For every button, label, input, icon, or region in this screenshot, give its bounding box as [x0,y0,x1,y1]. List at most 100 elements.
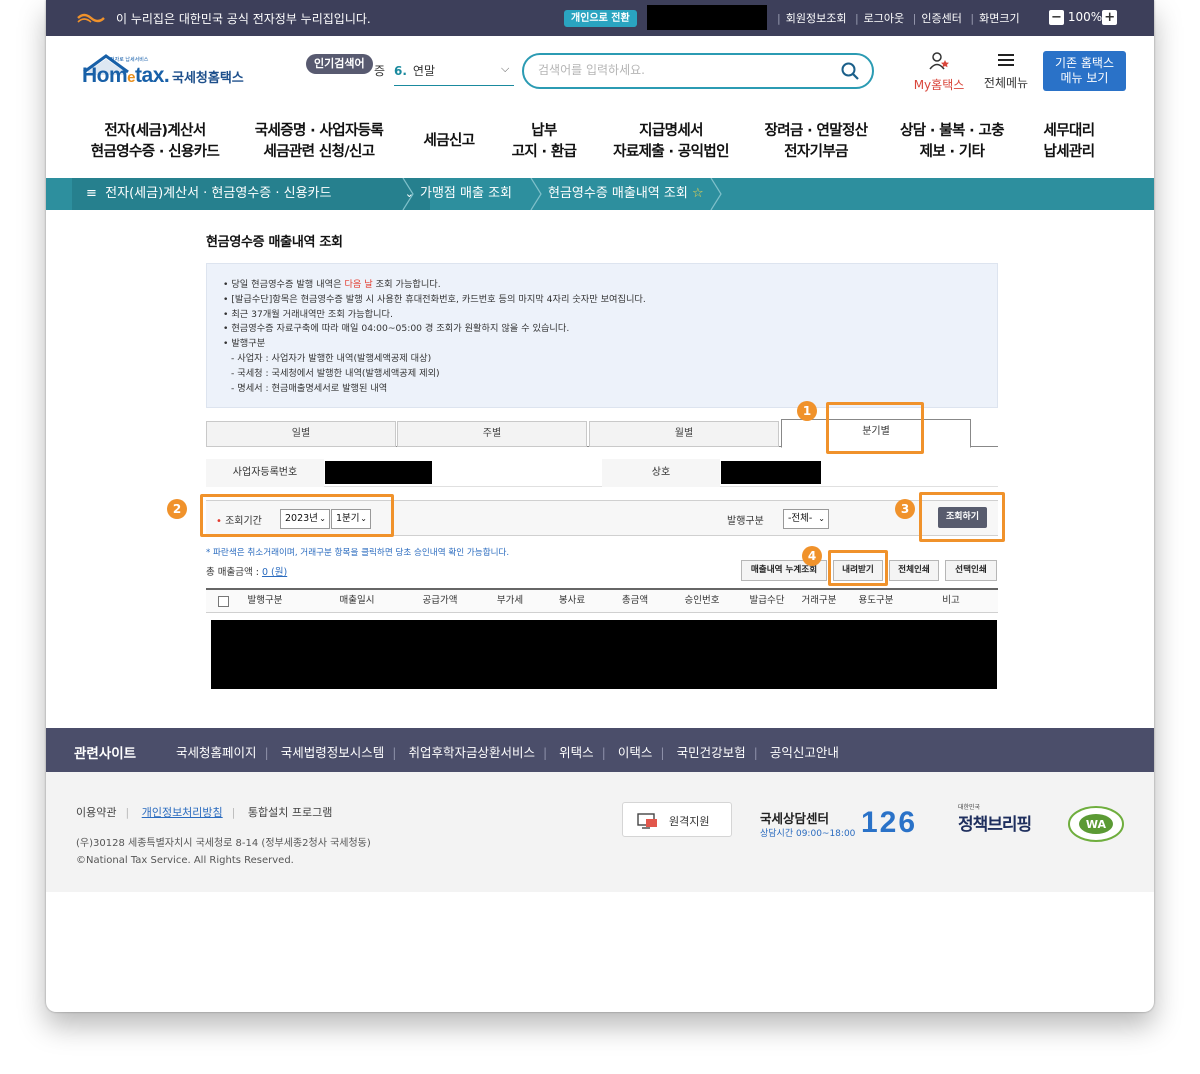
switch-personal-button[interactable]: 개인으로 전환 [564,10,637,27]
breadcrumb-level3: 현금영수증 매출내역 조회 ☆ [548,186,704,201]
gnb-payment[interactable]: 납부 고지 · 환급 [498,121,590,163]
policy-briefing-logo[interactable]: 대한민국 정책브리핑 [958,804,1032,835]
col-issue-method: 발급수단 [749,595,785,606]
business-info-row: 사업자등록번호 상호 [206,459,998,487]
install-link[interactable]: 통합설치 프로그램 [248,806,332,819]
cancel-note: * 파란색은 취소거래이며, 거래구분 항목을 클릭하면 당초 승인내역 확인 … [206,548,510,558]
related-site-link[interactable]: 국민건강보험 [677,745,746,760]
gnb-consult[interactable]: 상담 · 불복 · 고충 제보 · 기타 [892,121,1012,163]
info-line: • [발급수단]항목은 현금영수증 발행 시 사용한 휴대전화번호, 카드번호 … [223,293,646,305]
redacted-biz-number [325,461,432,484]
tab-daily[interactable]: 일별 [206,421,396,447]
gnb-certificate[interactable]: 국세증명 · 사업자등록 세금관련 신청/신고 [244,121,394,163]
related-site-link[interactable]: 공익신고안내 [770,745,839,760]
zoom-out-button[interactable]: − [1049,10,1064,25]
member-info-link[interactable]: 회원정보조회 [786,12,847,25]
breadcrumb: ≡ 전자(세금)계산서 · 현금영수증 · 신용카드 ⌄ 가맹점 매출 조회 현… [46,178,1154,210]
print-all-button[interactable]: 전체인쇄 [889,560,939,581]
info-line: • 발행구분 [223,338,266,350]
list-icon: ≡ [86,186,97,201]
related-site-link[interactable]: 이택스 [618,745,653,760]
terms-link[interactable]: 이용약관 [76,806,116,819]
remote-support-button[interactable]: 원격지원 [622,802,732,837]
chevron-down-icon[interactable]: ⌵ [501,62,509,76]
consult-center-title: 국세상담센터 [760,811,830,826]
redacted-table-body [211,620,997,689]
search-input[interactable] [538,63,828,77]
gnb-statement[interactable]: 지급명세서 자료제출 · 공익법인 [601,121,741,163]
table-header: 발행구분 매출일시 공급가액 부가세 봉사료 총금액 승인번호 발급수단 거래구… [206,588,998,613]
gnb-incentive[interactable]: 장려금 · 연말정산 전자기부금 [751,121,881,163]
logo-text: Hometax. [82,64,170,87]
highlight-quarterly-tab [826,402,924,454]
col-total: 총금액 [621,595,649,606]
col-deal-type[interactable]: 거래구분 [796,590,842,612]
footer-address: (우)30128 세종특별자치시 국세청로 8-14 (정부세종2청사 국세청동… [76,838,371,866]
highlight-download-button [828,550,888,586]
gov-emblem-icon [77,13,105,23]
privacy-link[interactable]: 개인정보처리방침 [142,806,223,819]
biz-reg-label: 사업자등록번호 [206,459,324,487]
total-sales-link[interactable]: 0 (원) [262,567,287,578]
popular-search-word[interactable]: 6. 연말 [394,62,514,86]
select-all-checkbox[interactable] [218,596,229,607]
monitor-icon [637,813,657,829]
gnb-tax-return[interactable]: 세금신고 [411,131,487,152]
redacted-biz-name [721,461,821,484]
gnb-agent[interactable]: 세무대리 납세관리 [1026,121,1112,163]
issue-type-select[interactable]: -전체- ⌄ [783,509,829,529]
popular-search-prev: 증 [374,64,386,78]
zoom-in-button[interactable]: + [1102,10,1118,25]
chevron-down-icon: ⌄ [818,514,825,523]
col-supply-amount: 공급가액 [422,595,458,606]
logo-tagline: 전자로 납세서비스 [110,57,149,63]
col-issue-type: 발행구분 [247,595,283,606]
col-remarks: 비고 [942,595,960,606]
col-usage-type: 용도구분 [858,595,894,606]
tab-weekly[interactable]: 주별 [397,421,587,447]
step-badge-2: 2 [167,499,187,519]
user-icon [929,52,949,70]
popular-search-tag: 인기검색어 [306,54,373,74]
favorite-star-icon[interactable]: ☆ [692,186,704,201]
redacted-user [647,5,767,30]
related-site-link[interactable]: 위택스 [559,745,594,760]
col-vat: 부가세 [496,595,524,606]
search-icon[interactable] [840,61,860,81]
breadcrumb-menu[interactable]: ≡ 전자(세금)계산서 · 현금영수증 · 신용카드 ⌄ [72,178,430,210]
legacy-menu-button[interactable]: 기존 홈택스 메뉴 보기 [1043,51,1126,91]
consult-center-hours: 상담시간 09:00~18:00 [760,829,856,839]
step-badge-4: 4 [802,546,822,566]
related-sites-title: 관련사이트 [74,746,137,762]
info-line: • 최근 37개월 거래내역만 조회 가능합니다. [223,308,393,320]
my-hometax-button[interactable]: My홈택스 [908,52,970,93]
wa-certification-icon: WA [1068,806,1124,842]
related-sites-bar: 관련사이트 국세청홈페이지 | 국세법령정보시스템 | 취업후학자금상환서비스 | 위… [46,728,1154,772]
breadcrumb-arrow-icon [402,178,414,210]
zoom-control: − 100% + [1049,10,1118,25]
highlight-query-button [919,492,1005,542]
info-subline: - 사업자 : 사업자가 발행한 내역(발행세액공제 대상) [231,352,432,364]
total-sales: 총 매출금액 : 0 (원) [206,567,288,578]
all-menu-label: 전체메뉴 [983,76,1029,90]
breadcrumb-level2[interactable]: 가맹점 매출 조회 [420,178,512,210]
print-selected-button[interactable]: 선택인쇄 [945,560,997,581]
tab-monthly[interactable]: 월별 [589,421,779,447]
info-subline: - 명세서 : 현금매출명세서로 발행된 내역 [231,382,388,394]
related-sites-list: 국세청홈페이지 | 국세법령정보시스템 | 취업후학자금상환서비스 | 위택스 | 이택… [176,745,839,760]
consult-center-number: 126 [861,806,918,839]
info-line: • 현금영수증 자료구축에 따라 매일 04:00~05:00 경 조회가 원활… [223,323,570,335]
hamburger-icon [998,54,1014,66]
step-badge-1: 1 [797,401,817,421]
biz-name-label: 상호 [602,459,720,487]
related-site-link[interactable]: 국세청홈페이지 [176,745,257,760]
logout-link[interactable]: 로그아웃 [864,12,904,25]
svg-text:WA: WA [1086,818,1107,831]
cert-center-link[interactable]: 인증센터 [921,12,961,25]
related-site-link[interactable]: 취업후학자금상환서비스 [408,745,535,760]
gnb-etax[interactable]: 전자(세금)계산서 현금영수증 · 신용카드 [80,121,230,163]
all-menu-button[interactable]: 전체메뉴 [978,52,1034,91]
col-service-fee: 봉사료 [558,595,586,606]
col-sales-date: 매출일시 [339,595,375,606]
related-site-link[interactable]: 국세법령정보시스템 [281,745,385,760]
